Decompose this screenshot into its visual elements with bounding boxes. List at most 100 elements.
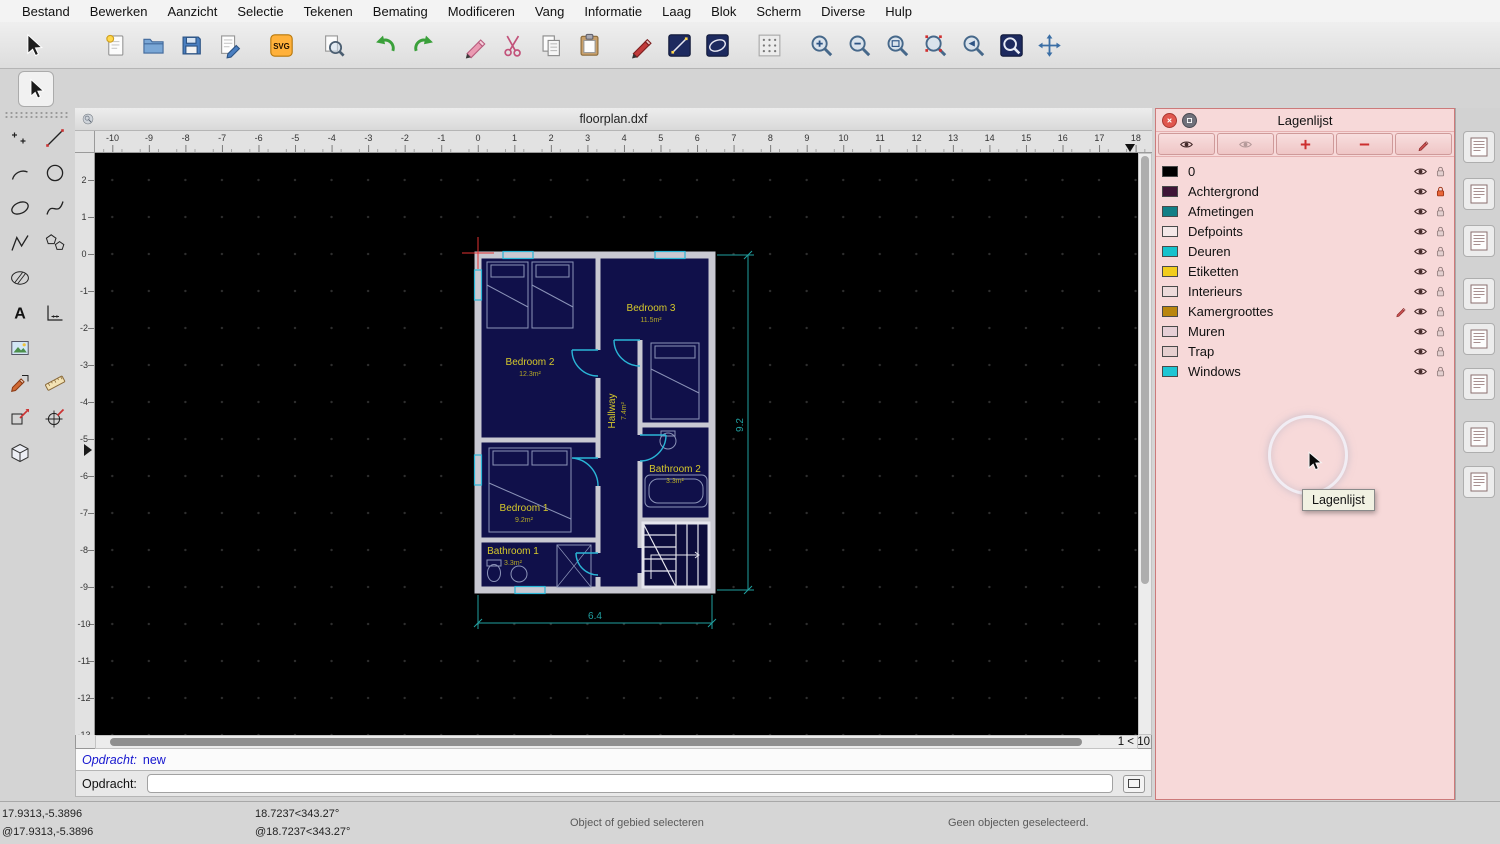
layer-row-0[interactable]: 0 — [1156, 161, 1454, 181]
tool-palette-grip[interactable] — [4, 111, 70, 118]
menu-blok[interactable]: Blok — [701, 4, 746, 19]
layer-color-swatch[interactable] — [1162, 285, 1178, 297]
save-file-button[interactable] — [172, 26, 210, 64]
layer-lock-toggle[interactable] — [1433, 204, 1448, 219]
shape-tool-button[interactable] — [3, 401, 36, 434]
edit-drawing-button[interactable] — [210, 26, 248, 64]
menu-laag[interactable]: Laag — [652, 4, 701, 19]
redo-button[interactable] — [404, 26, 442, 64]
layer-row-windows[interactable]: Windows — [1156, 361, 1454, 381]
layer-visibility-toggle[interactable] — [1413, 284, 1428, 299]
grid-toggle-button[interactable] — [750, 26, 788, 64]
menu-informatie[interactable]: Informatie — [574, 4, 652, 19]
layer-row-interieurs[interactable]: Interieurs — [1156, 281, 1454, 301]
zoom-window-button[interactable] — [992, 26, 1030, 64]
menu-tekenen[interactable]: Tekenen — [294, 4, 363, 19]
layer-color-swatch[interactable] — [1162, 225, 1178, 237]
zoom-out-button[interactable] — [840, 26, 878, 64]
menu-aanzicht[interactable]: Aanzicht — [158, 4, 228, 19]
layer-lock-toggle[interactable] — [1433, 244, 1448, 259]
hide-all-layers-button[interactable] — [1217, 133, 1275, 155]
layer-color-swatch[interactable] — [1162, 345, 1178, 357]
layer-row-etiketten[interactable]: Etiketten — [1156, 261, 1454, 281]
ellipse-attributes-button[interactable] — [698, 26, 736, 64]
layer-lock-toggle[interactable] — [1433, 304, 1448, 319]
measure-tool-button[interactable] — [38, 366, 71, 399]
layer-visibility-toggle[interactable] — [1413, 324, 1428, 339]
circle-tool-button[interactable] — [38, 156, 71, 189]
panel-library-browser-button[interactable] — [1463, 278, 1495, 310]
layer-color-swatch[interactable] — [1162, 365, 1178, 377]
delete-entities-button[interactable] — [456, 26, 494, 64]
panel-expander-arrow[interactable] — [84, 444, 92, 456]
layer-visibility-toggle[interactable] — [1413, 264, 1428, 279]
remove-layer-button[interactable] — [1335, 133, 1393, 155]
menu-selectie[interactable]: Selectie — [227, 4, 293, 19]
snap-tool-button[interactable] — [38, 401, 71, 434]
show-all-layers-button[interactable] — [1158, 133, 1216, 155]
layer-visibility-toggle[interactable] — [1413, 224, 1428, 239]
menu-diverse[interactable]: Diverse — [811, 4, 875, 19]
layer-lock-toggle[interactable] — [1433, 284, 1448, 299]
copy-button[interactable] — [532, 26, 570, 64]
menu-scherm[interactable]: Scherm — [746, 4, 811, 19]
drawing-canvas[interactable]: 9.2 6.4 Bedroom 3 11.5m² Bedroom 2 12.3m² Ha… — [95, 153, 1138, 735]
horizontal-scrollbar[interactable] — [95, 735, 1138, 749]
layer-visibility-toggle[interactable] — [1413, 164, 1428, 179]
layer-visibility-toggle[interactable] — [1413, 304, 1428, 319]
menu-bewerken[interactable]: Bewerken — [80, 4, 158, 19]
layer-color-swatch[interactable] — [1162, 265, 1178, 277]
svg-export-button[interactable]: SVG — [262, 26, 300, 64]
dimension-tool-button[interactable] — [38, 296, 71, 329]
layer-row-muren[interactable]: Muren — [1156, 321, 1454, 341]
layer-visibility-toggle[interactable] — [1413, 344, 1428, 359]
line-attributes-button[interactable] — [660, 26, 698, 64]
close-panel-button[interactable] — [1162, 112, 1177, 128]
menu-bestand[interactable]: Bestand — [12, 4, 80, 19]
layer-row-deuren[interactable]: Deuren — [1156, 241, 1454, 261]
undo-button[interactable] — [366, 26, 404, 64]
layer-row-afmetingen[interactable]: Afmetingen — [1156, 201, 1454, 221]
new-file-button[interactable] — [96, 26, 134, 64]
panel-selection-filter-button[interactable] — [1463, 323, 1495, 355]
layer-row-defpoints[interactable]: Defpoints — [1156, 221, 1454, 241]
vertical-scrollbar-thumb[interactable] — [1141, 156, 1149, 584]
layer-panel-header[interactable]: Lagenlijst — [1156, 109, 1454, 132]
layer-color-swatch[interactable] — [1162, 185, 1178, 197]
menu-bemating[interactable]: Bemating — [363, 4, 438, 19]
layer-lock-toggle[interactable] — [1433, 184, 1448, 199]
panel-layer-list-button[interactable] — [1463, 178, 1495, 210]
line-tool-button[interactable] — [38, 121, 71, 154]
zoom-in-button[interactable] — [802, 26, 840, 64]
layer-lock-toggle[interactable] — [1433, 164, 1448, 179]
layer-color-swatch[interactable] — [1162, 325, 1178, 337]
layer-color-swatch[interactable] — [1162, 205, 1178, 217]
layer-row-kamergroottes[interactable]: Kamergroottes — [1156, 301, 1454, 321]
layer-color-swatch[interactable] — [1162, 245, 1178, 257]
document-titlebar[interactable]: floorplan.dxf — [75, 108, 1152, 131]
text-tool-button[interactable]: A — [3, 296, 36, 329]
spline-tool-button[interactable] — [38, 191, 71, 224]
panel-property-editor-button[interactable] — [1463, 131, 1495, 163]
zoom-selection-button[interactable] — [916, 26, 954, 64]
layer-lock-toggle[interactable] — [1433, 324, 1448, 339]
layer-lock-toggle[interactable] — [1433, 344, 1448, 359]
polyline-tool-button[interactable] — [3, 226, 36, 259]
horizontal-scrollbar-thumb[interactable] — [110, 738, 1082, 746]
add-layer-button[interactable] — [1276, 133, 1334, 155]
pen-attributes-button[interactable] — [622, 26, 660, 64]
command-options-button[interactable] — [1123, 774, 1145, 793]
layer-row-achtergrond[interactable]: Achtergrond — [1156, 181, 1454, 201]
menu-modificeren[interactable]: Modificeren — [438, 4, 525, 19]
layer-visibility-toggle[interactable] — [1413, 204, 1428, 219]
command-input[interactable] — [146, 774, 1113, 793]
cut-button[interactable] — [494, 26, 532, 64]
selection-pointer-button[interactable] — [14, 26, 52, 64]
edit-layer-button[interactable] — [1394, 133, 1453, 155]
layer-visibility-toggle[interactable] — [1413, 244, 1428, 259]
zoom-previous-button[interactable] — [954, 26, 992, 64]
layer-visibility-toggle[interactable] — [1413, 184, 1428, 199]
zoom-auto-button[interactable] — [878, 26, 916, 64]
points-tool-button[interactable] — [3, 121, 36, 154]
open-file-button[interactable] — [134, 26, 172, 64]
